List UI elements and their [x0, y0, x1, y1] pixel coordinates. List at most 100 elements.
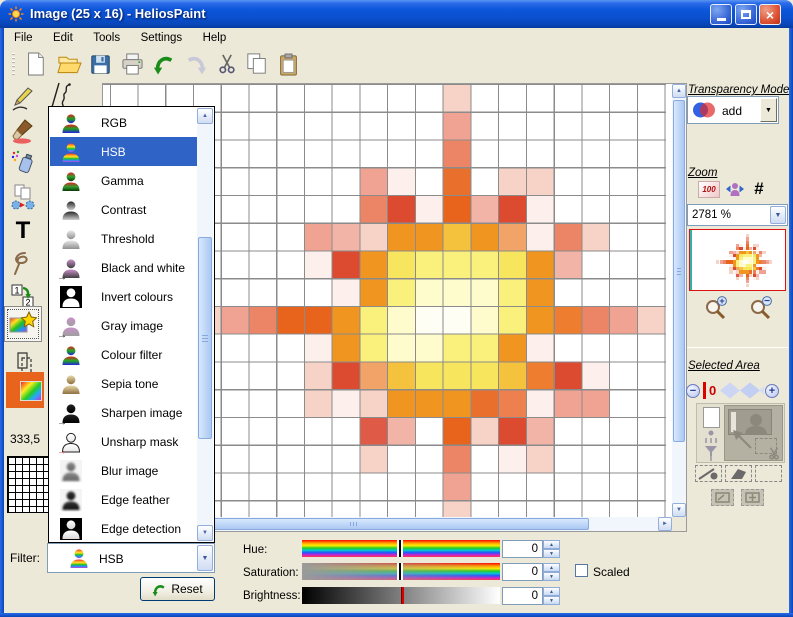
- filter-option-rgb[interactable]: RGB: [50, 108, 199, 137]
- menu-item-tools[interactable]: Tools: [91, 29, 122, 47]
- transparency-dropdown-button[interactable]: ▼: [760, 98, 777, 122]
- spinner-up-button[interactable]: ▲: [543, 587, 560, 596]
- redo-button[interactable]: [183, 51, 209, 77]
- spinner-down-button[interactable]: ▼: [543, 572, 560, 581]
- cut-button[interactable]: [214, 51, 240, 77]
- expand-selection-button[interactable]: [741, 489, 764, 506]
- hue-value-input[interactable]: 0: [502, 540, 543, 558]
- spinner-up-button[interactable]: ▲: [543, 540, 560, 549]
- spray-icon: [11, 150, 33, 174]
- menu-item-edit[interactable]: Edit: [51, 29, 75, 47]
- filter-option-sepia-tone[interactable]: Sepia tone: [50, 369, 199, 398]
- hue-slider[interactable]: [302, 540, 500, 557]
- filter-option-hsb[interactable]: HSB: [50, 137, 199, 166]
- filter-option-invert-colours[interactable]: Invert colours: [50, 282, 199, 311]
- scaled-label: Scaled: [593, 565, 630, 579]
- lasso-tool-button[interactable]: [8, 248, 38, 278]
- paste-button[interactable]: [275, 51, 301, 77]
- freehand-select-button[interactable]: [695, 465, 722, 482]
- filter-list-scrollbar[interactable]: ▲ ▼: [197, 108, 213, 541]
- selection-shape-box[interactable]: [703, 407, 720, 428]
- list-scroll-thumb[interactable]: [198, 237, 212, 439]
- vscroll-thumb[interactable]: [673, 100, 685, 442]
- titlebar[interactable]: Image (25 x 16) - HeliosPaint ×: [0, 0, 793, 28]
- saturation-slider-marker[interactable]: [399, 563, 401, 580]
- scroll-down-button[interactable]: ▼: [197, 525, 213, 541]
- polygon-select-button[interactable]: [725, 465, 752, 482]
- menu-item-help[interactable]: Help: [201, 29, 229, 47]
- filter-invert-colours-icon: [60, 285, 82, 308]
- saturation-value-input[interactable]: 0: [502, 563, 543, 581]
- grow-selection-button[interactable]: +: [765, 384, 779, 398]
- zoom-in-button[interactable]: +: [703, 295, 729, 321]
- scroll-down-button[interactable]: ▼: [672, 503, 686, 517]
- menubar: File Edit Tools Settings Help: [4, 28, 789, 48]
- filter-option-edge-feather[interactable]: Edge feather: [50, 485, 199, 514]
- clone-tool-button[interactable]: [8, 182, 38, 212]
- filter-option-sharpen-image[interactable]: → Sharpen image: [50, 398, 199, 428]
- scaled-checkbox[interactable]: [575, 564, 588, 577]
- freehand-select-icon: [698, 467, 718, 480]
- zoom-level-combo[interactable]: 2781 % ▼: [687, 204, 788, 226]
- filter-option-threshold[interactable]: Threshold: [50, 224, 199, 253]
- scroll-up-button[interactable]: ▲: [197, 108, 213, 124]
- crop-selection-button[interactable]: [711, 489, 734, 506]
- paste-clipboard-icon: [279, 53, 297, 75]
- filter-combo[interactable]: HSB ▼: [47, 543, 215, 573]
- spinner-up-button[interactable]: ▲: [543, 563, 560, 572]
- open-button[interactable]: [56, 51, 82, 77]
- magic-wand-tool-button[interactable]: [4, 306, 42, 342]
- filter-option-unsharp-mask[interactable]: → Unsharp mask: [50, 427, 199, 457]
- menu-item-settings[interactable]: Settings: [139, 29, 185, 47]
- hue-slider-marker[interactable]: [399, 540, 401, 557]
- rectangle-select-button[interactable]: [755, 465, 782, 482]
- minimize-button[interactable]: [710, 4, 732, 25]
- maximize-button[interactable]: [735, 4, 757, 25]
- copy-button[interactable]: [244, 51, 270, 77]
- brightness-value-input[interactable]: 0: [502, 587, 543, 605]
- selection-options-panel: [696, 403, 785, 463]
- spray-tool-button[interactable]: [8, 148, 38, 178]
- filter-option-edge-detection[interactable]: Edge detection: [50, 514, 199, 543]
- new-file-button[interactable]: [22, 51, 48, 77]
- transparency-mode-combo[interactable]: add ▼: [687, 96, 779, 124]
- up-arrow-icon: ▲: [202, 113, 208, 119]
- zoom-grid-button[interactable]: #: [749, 179, 769, 199]
- filter-option-label: Black and white: [101, 260, 186, 275]
- saturation-slider[interactable]: [302, 563, 500, 580]
- filter-option-blur-image[interactable]: Blur image: [50, 456, 199, 485]
- zoom-out-button[interactable]: −: [748, 295, 774, 321]
- print-button[interactable]: [119, 51, 145, 77]
- crop-selection-icon: [715, 492, 730, 503]
- filter-option-colour-filter[interactable]: Colour filter: [50, 340, 199, 369]
- filter-option-contrast[interactable]: Contrast: [50, 195, 199, 224]
- filter-option-black-and-white[interactable]: → Black and white: [50, 253, 199, 283]
- window-border-bottom: [0, 613, 793, 617]
- pencil-tool-button[interactable]: [8, 84, 38, 114]
- scroll-right-button[interactable]: ►: [658, 517, 672, 531]
- spinner-down-button[interactable]: ▼: [543, 549, 560, 558]
- brush-tool-button[interactable]: [8, 116, 38, 146]
- filter-option-label: HSB: [101, 144, 126, 159]
- zoom-100-button[interactable]: 100: [698, 181, 720, 198]
- spinner-down-button[interactable]: ▼: [543, 596, 560, 605]
- scroll-up-button[interactable]: ▲: [672, 84, 686, 98]
- zoom-fit-button[interactable]: [725, 179, 745, 199]
- text-tool-button[interactable]: T: [8, 216, 38, 246]
- filter-option-gray-image[interactable]: → Gray image: [50, 311, 199, 341]
- undo-button[interactable]: [151, 51, 177, 77]
- combo-dropdown-button[interactable]: ▼: [197, 545, 213, 571]
- color-swatch[interactable]: [6, 372, 44, 408]
- reset-button[interactable]: Reset: [140, 577, 215, 601]
- brightness-slider-marker[interactable]: [401, 587, 404, 604]
- filter-rgb-icon: [60, 112, 82, 134]
- brightness-slider[interactable]: [302, 587, 500, 604]
- shrink-selection-button[interactable]: −: [686, 384, 700, 398]
- canvas-vscrollbar[interactable]: ▲ ▼: [672, 84, 686, 517]
- save-button[interactable]: [87, 51, 113, 77]
- combo-dropdown-button[interactable]: ▼: [770, 206, 786, 224]
- close-button[interactable]: ×: [759, 4, 781, 25]
- filter-option-gamma[interactable]: Gamma: [50, 166, 199, 195]
- menu-item-file[interactable]: File: [12, 29, 35, 47]
- toolbar-grip[interactable]: [12, 53, 15, 75]
